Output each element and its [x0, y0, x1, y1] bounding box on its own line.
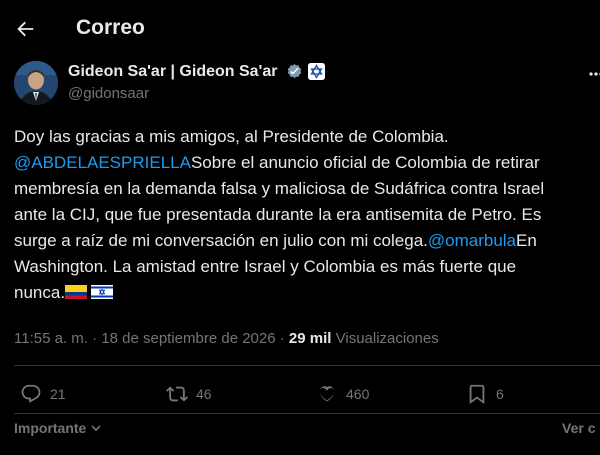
tweet-time[interactable]: 11:55 a. m.	[14, 330, 88, 347]
separator: ·	[275, 330, 289, 347]
tweet-line: ante la CIJ, que fue presentada durante …	[14, 205, 542, 224]
heart-icon	[319, 386, 335, 402]
divider	[14, 413, 600, 414]
tweet-line: Washington. La amistad entre Israel y Co…	[14, 257, 517, 276]
see-link[interactable]: Ver c	[562, 420, 595, 436]
tweet-text: Doy las gracias a mis amigos, al Preside…	[14, 124, 600, 306]
sort-label: Importante	[14, 420, 87, 436]
page-title: Correo	[76, 16, 145, 39]
bookmark-button[interactable]: 6	[466, 381, 504, 407]
avatar[interactable]	[14, 61, 58, 105]
tweet-line: Doy las gracias a mis amigos, al Preside…	[14, 127, 449, 146]
author-handle[interactable]: @gidonsaar	[68, 85, 149, 102]
sort-replies-dropdown[interactable]: Importante	[14, 420, 102, 436]
views-label: Visualizaciones	[335, 330, 439, 347]
tweet-date[interactable]: 18 de septiembre de 2026	[101, 330, 275, 347]
bookmark-icon	[469, 384, 485, 405]
bookmark-count: 6	[496, 386, 504, 402]
views-count: 29 mil	[288, 330, 332, 347]
tweet-text-segment: surge a raíz de mi conversación en julio…	[14, 231, 428, 250]
like-button[interactable]: 460	[316, 381, 369, 407]
more-options-icon[interactable]	[588, 66, 600, 82]
repost-button[interactable]: 46	[166, 381, 212, 407]
verified-badge-icon	[286, 63, 303, 80]
tweet-text-segment: Sobre el anuncio oficial de Colombia de …	[190, 153, 540, 172]
author-name[interactable]: Gideon Sa'ar | Gideon Sa'ar	[68, 63, 277, 81]
tweet-line: nunca.	[14, 280, 600, 306]
tweet-line: membresía en la demanda falsa y malicios…	[14, 179, 545, 198]
reply-count: 21	[50, 386, 66, 402]
arrow-left-icon[interactable]	[14, 18, 36, 40]
mention-link[interactable]: @omarbula	[428, 231, 516, 250]
colombia-flag-icon	[65, 281, 88, 299]
repost-icon	[166, 386, 188, 402]
tweet-line: surge a raíz de mi conversación en julio…	[14, 228, 600, 254]
israel-flag-icon	[91, 281, 114, 299]
like-count: 460	[346, 386, 370, 402]
chevron-down-icon	[91, 425, 101, 432]
divider	[14, 365, 600, 366]
separator: ·	[87, 330, 102, 347]
israel-emblem-icon[interactable]	[308, 63, 325, 80]
reply-button[interactable]: 21	[20, 381, 66, 407]
page-header: Correo	[0, 0, 600, 58]
tweet-text-segment: nunca.	[14, 283, 66, 302]
tweet-text-segment: En	[516, 231, 537, 250]
mention-link[interactable]: @ABDELAESPRIELLA	[14, 153, 191, 172]
repost-count: 46	[196, 386, 212, 402]
tweet-meta: 11:55 a. m. · 18 de septiembre de 2026 ·…	[14, 330, 439, 347]
tweet-line: @ABDELAESPRIELLASobre el anuncio oficial…	[14, 150, 600, 176]
reply-icon	[21, 384, 41, 403]
